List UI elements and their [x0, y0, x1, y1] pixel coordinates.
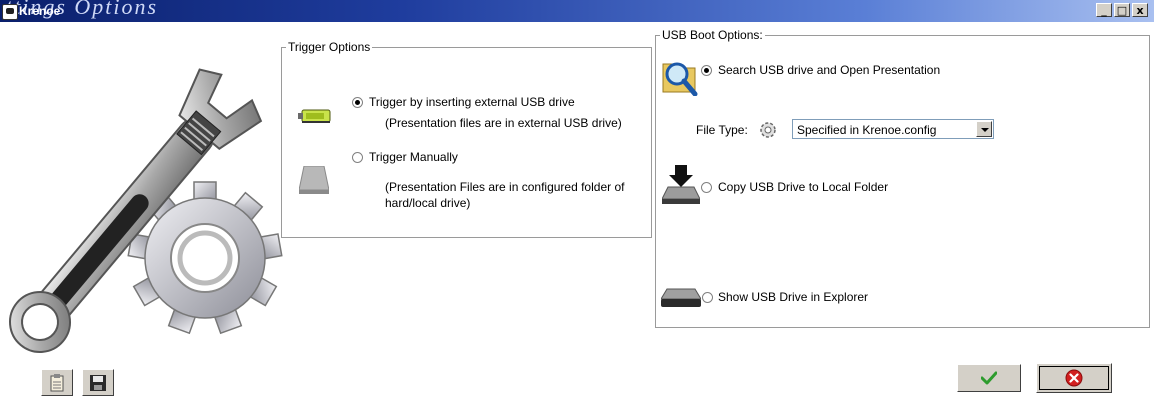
trigger-manual-description-line1: (Presentation Files are in configured fo…	[385, 180, 625, 194]
trigger-manual-radio[interactable]	[352, 152, 363, 163]
minimize-button[interactable]: _	[1096, 3, 1112, 17]
krenoe-app-icon	[2, 4, 18, 20]
chevron-down-icon[interactable]	[976, 121, 992, 137]
close-button[interactable]: x	[1132, 3, 1148, 17]
checkmark-icon	[981, 371, 997, 385]
search-usb-radio[interactable]	[701, 65, 712, 76]
gear-file-icon	[760, 122, 776, 138]
wrench-gear-icon	[9, 68, 283, 353]
usb-boot-options-legend: USB Boot Options:	[662, 28, 763, 42]
magnifier-folder-icon	[662, 62, 698, 96]
window-controls: _ □ x	[1096, 3, 1148, 17]
ok-button[interactable]	[957, 364, 1021, 392]
cancel-x-icon	[1065, 369, 1083, 387]
show-usb-radio[interactable]	[702, 292, 713, 303]
copy-drive-icon	[662, 165, 700, 204]
maximize-button[interactable]: □	[1114, 3, 1130, 17]
trigger-usb-radio[interactable]	[352, 97, 363, 108]
floppy-disk-icon	[90, 374, 106, 391]
show-usb-label[interactable]: Show USB Drive in Explorer	[718, 290, 868, 304]
save-button[interactable]	[82, 369, 114, 396]
trigger-usb-description: (Presentation files are in external USB …	[385, 116, 622, 130]
file-type-select[interactable]: Specified in Krenoe.config	[792, 119, 994, 139]
usb-stick-icon	[298, 109, 331, 123]
trigger-manual-label[interactable]: Trigger Manually	[369, 150, 458, 164]
hard-drive-icon	[299, 166, 329, 194]
trigger-manual-description-line2: hard/local drive)	[385, 196, 471, 210]
trigger-usb-label[interactable]: Trigger by inserting external USB drive	[369, 95, 575, 109]
search-usb-label[interactable]: Search USB drive and Open Presentation	[718, 63, 940, 77]
window-title: Krenoe	[19, 4, 61, 18]
file-type-selected-value: Specified in Krenoe.config	[797, 123, 937, 137]
copy-usb-radio[interactable]	[701, 182, 712, 193]
file-type-label: File Type:	[696, 123, 748, 137]
copy-usb-label[interactable]: Copy USB Drive to Local Folder	[718, 180, 888, 194]
title-bar: ttings Options Krenoe _ □ x	[0, 0, 1154, 22]
clipboard-icon	[50, 373, 64, 391]
cancel-button[interactable]	[1036, 363, 1112, 393]
trigger-options-legend: Trigger Options	[288, 40, 371, 54]
drive-explorer-icon	[661, 288, 701, 307]
clear-button[interactable]	[41, 369, 73, 396]
